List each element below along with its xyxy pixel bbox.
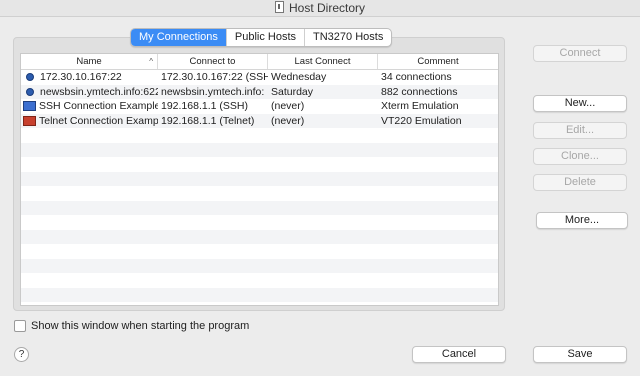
tab-public-hosts[interactable]: Public Hosts <box>225 29 304 46</box>
table-row[interactable]: 172.30.10.167:22 172.30.10.167:22 (SSH) … <box>21 70 498 85</box>
cell-comment: 882 connections <box>381 85 458 98</box>
empty-row <box>21 142 498 157</box>
cell-name: Telnet Connection Example <box>21 114 158 129</box>
help-icon[interactable]: ? <box>14 347 29 362</box>
empty-row <box>21 287 498 302</box>
empty-row <box>21 157 498 172</box>
show-on-start-checkbox[interactable] <box>14 320 26 332</box>
table-row[interactable]: Telnet Connection Example 192.168.1.1 (T… <box>21 113 498 129</box>
column-header-comment[interactable]: Comment <box>378 54 498 69</box>
cell-last-connect: (never) <box>271 100 305 112</box>
table-header: Name ^ Connect to Last Connect Comment <box>21 54 498 70</box>
document-icon <box>274 1 284 13</box>
empty-row <box>21 171 498 186</box>
empty-row <box>21 128 498 143</box>
cell-comment: Xterm Emulation <box>381 100 459 112</box>
tab-tn3270-hosts[interactable]: TN3270 Hosts <box>304 29 391 46</box>
column-header-last-connect[interactable]: Last Connect <box>268 54 378 69</box>
network-dot-icon <box>26 87 34 96</box>
row-name: 172.30.10.167:22 <box>40 71 122 83</box>
window-title: Host Directory <box>288 1 365 15</box>
connections-table: Name ^ Connect to Last Connect Comment 17… <box>20 53 499 306</box>
tab-bar: My Connections Public Hosts TN3270 Hosts <box>130 28 393 47</box>
show-on-start-label: Show this window when starting the progr… <box>31 320 250 332</box>
cell-last-connect: (never) <box>271 114 305 127</box>
cell-connect-to: 172.30.10.167:22 (SSH) <box>161 71 268 83</box>
connect-button[interactable]: Connect <box>533 45 627 62</box>
cell-connect-to: 192.168.1.1 (SSH) <box>161 100 248 112</box>
table-row[interactable]: SSH Connection Example 192.168.1.1 (SSH)… <box>21 99 498 114</box>
new-button[interactable]: New... <box>533 95 627 112</box>
clone-button[interactable]: Clone... <box>533 148 627 165</box>
tab-my-connections[interactable]: My Connections <box>131 29 226 46</box>
cell-comment: VT220 Emulation <box>381 114 462 127</box>
cell-connect-to: 192.168.1.1 (Telnet) <box>161 114 255 127</box>
cell-name: 172.30.10.167:22 <box>21 70 158 85</box>
sort-ascending-icon: ^ <box>149 57 153 66</box>
more-button[interactable]: More... <box>536 212 628 229</box>
row-name: SSH Connection Example <box>39 100 158 112</box>
ssh-terminal-icon <box>23 101 36 112</box>
column-header-label: Name <box>76 56 102 67</box>
save-button[interactable]: Save <box>533 346 627 363</box>
row-name: newsbsin.ymtech.info:62222 <box>40 85 158 98</box>
empty-row <box>21 258 498 273</box>
column-header-connect-to[interactable]: Connect to <box>158 54 268 69</box>
empty-row <box>21 186 498 201</box>
cell-last-connect: Wednesday <box>271 71 327 83</box>
edit-button[interactable]: Edit... <box>533 122 627 139</box>
empty-row <box>21 215 498 230</box>
empty-row <box>21 200 498 215</box>
cell-connect-to: newsbsin.ymtech.info: <box>161 85 265 98</box>
column-header-name[interactable]: Name ^ <box>21 54 158 69</box>
telnet-terminal-icon <box>23 115 36 126</box>
cancel-button[interactable]: Cancel <box>412 346 506 363</box>
empty-rows <box>21 128 498 302</box>
cell-comment: 34 connections <box>381 71 452 83</box>
title-bar: Host Directory <box>0 0 640 17</box>
empty-row <box>21 244 498 259</box>
delete-button[interactable]: Delete <box>533 174 627 191</box>
network-dot-icon <box>26 73 34 82</box>
cell-name: newsbsin.ymtech.info:62222 <box>21 85 158 100</box>
row-name: Telnet Connection Example <box>39 114 158 127</box>
cell-last-connect: Saturday <box>271 85 314 98</box>
empty-row <box>21 229 498 244</box>
empty-row <box>21 273 498 288</box>
cell-name: SSH Connection Example <box>21 99 158 114</box>
table-row[interactable]: newsbsin.ymtech.info:62222 newsbsin.ymte… <box>21 84 498 100</box>
show-on-start-option[interactable]: Show this window when starting the progr… <box>14 320 249 332</box>
